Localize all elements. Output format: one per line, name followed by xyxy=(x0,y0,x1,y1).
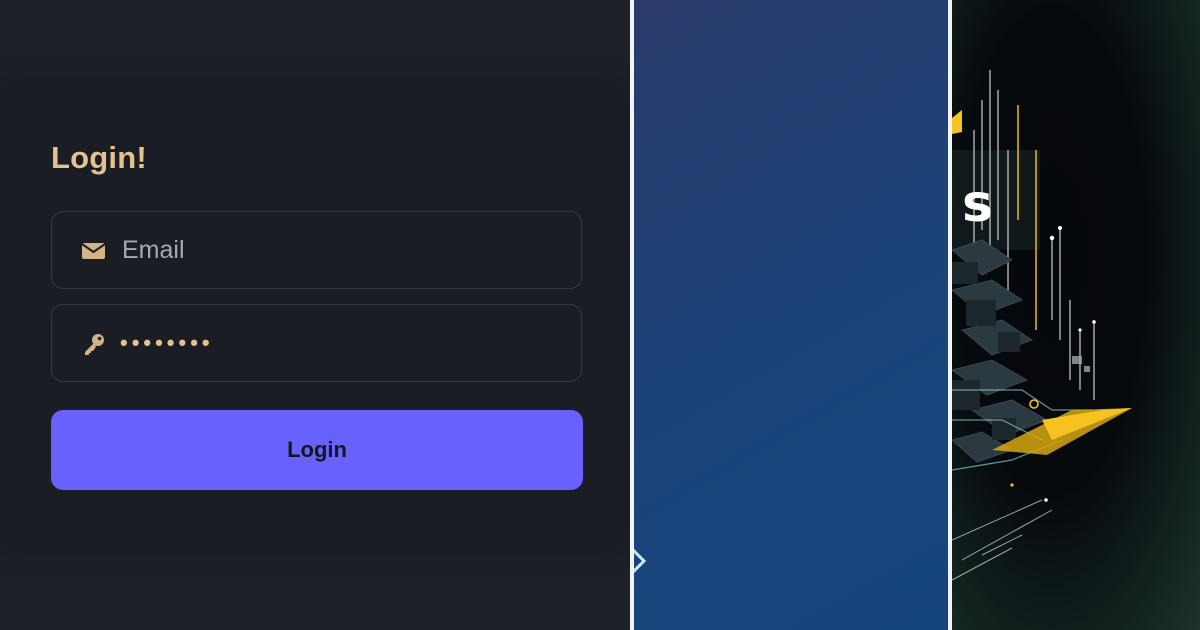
circuit-city-illustration xyxy=(952,70,1132,581)
login-form: Login! •••••••• xyxy=(0,86,624,546)
blue-background-panel xyxy=(634,0,948,630)
email-field[interactable] xyxy=(51,211,582,289)
login-button[interactable]: Login xyxy=(51,410,583,490)
login-panel: Login! •••••••• xyxy=(0,0,630,630)
art-letter: s xyxy=(962,174,993,234)
page: Login! •••••••• xyxy=(0,0,1200,630)
envelope-icon xyxy=(81,239,107,263)
password-field[interactable]: •••••••• xyxy=(51,304,582,382)
email-input[interactable] xyxy=(120,212,564,289)
login-title: Login! xyxy=(51,140,147,175)
arrow-shape-icon xyxy=(634,548,647,574)
tech-art-image: s xyxy=(952,0,1200,630)
key-icon xyxy=(81,332,107,356)
password-input[interactable]: •••••••• xyxy=(120,305,214,380)
